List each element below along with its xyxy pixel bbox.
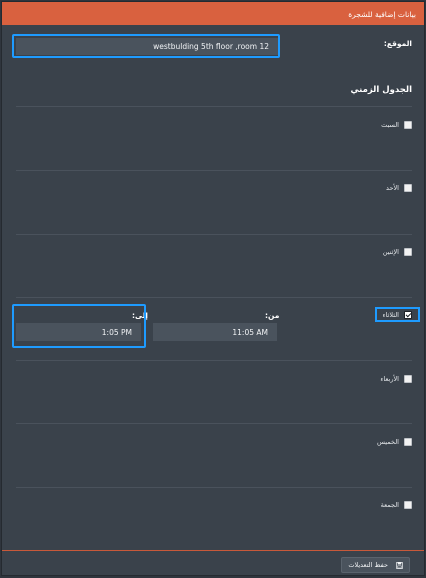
day-row-friday[interactable]: الجمعة bbox=[381, 501, 412, 509]
day-label-saturday: السبت bbox=[381, 121, 399, 129]
checkbox-saturday[interactable] bbox=[404, 121, 412, 129]
footer-divider bbox=[2, 550, 424, 551]
checkbox-sunday[interactable] bbox=[404, 184, 412, 192]
dialog: بيانات إضافية للشجرة الموقع: westbulding… bbox=[1, 1, 425, 576]
checkbox-wednesday[interactable] bbox=[404, 375, 412, 383]
divider bbox=[16, 170, 412, 171]
schedule-title: الجدول الزمني bbox=[350, 85, 412, 95]
divider bbox=[16, 487, 412, 488]
day-label-wednesday: الأربعاء bbox=[380, 375, 399, 383]
location-label: الموقع: bbox=[383, 39, 412, 48]
location-highlight bbox=[12, 34, 280, 58]
divider bbox=[16, 423, 412, 424]
save-button[interactable]: حفظ التعديلات bbox=[341, 557, 410, 573]
day-row-sunday[interactable]: الأحد bbox=[386, 184, 412, 192]
checkbox-thursday[interactable] bbox=[404, 438, 412, 446]
save-button-label: حفظ التعديلات bbox=[348, 561, 388, 569]
divider bbox=[16, 234, 412, 235]
day-label-sunday: الأحد bbox=[386, 184, 399, 192]
divider bbox=[16, 297, 412, 298]
from-time-field[interactable]: 11:05 AM bbox=[153, 323, 277, 341]
divider bbox=[16, 106, 412, 107]
checkbox-monday[interactable] bbox=[404, 248, 412, 256]
day-row-thursday[interactable]: الخميس bbox=[377, 438, 412, 446]
from-time-value: 11:05 AM bbox=[232, 327, 268, 337]
to-time-highlight bbox=[12, 304, 146, 348]
day-label-monday: الإثنين bbox=[382, 248, 399, 256]
divider bbox=[16, 360, 412, 361]
day-label-thursday: الخميس bbox=[377, 438, 399, 446]
dialog-title: بيانات إضافية للشجرة bbox=[348, 10, 416, 19]
save-icon bbox=[396, 561, 403, 569]
tuesday-highlight bbox=[375, 307, 420, 322]
from-label: من: bbox=[265, 311, 280, 320]
dialog-header: بيانات إضافية للشجرة bbox=[2, 2, 424, 25]
day-label-friday: الجمعة bbox=[380, 501, 399, 509]
day-row-saturday[interactable]: السبت bbox=[381, 121, 412, 129]
day-row-wednesday[interactable]: الأربعاء bbox=[380, 375, 412, 383]
checkbox-friday[interactable] bbox=[404, 501, 412, 509]
day-row-monday[interactable]: الإثنين bbox=[383, 248, 412, 256]
